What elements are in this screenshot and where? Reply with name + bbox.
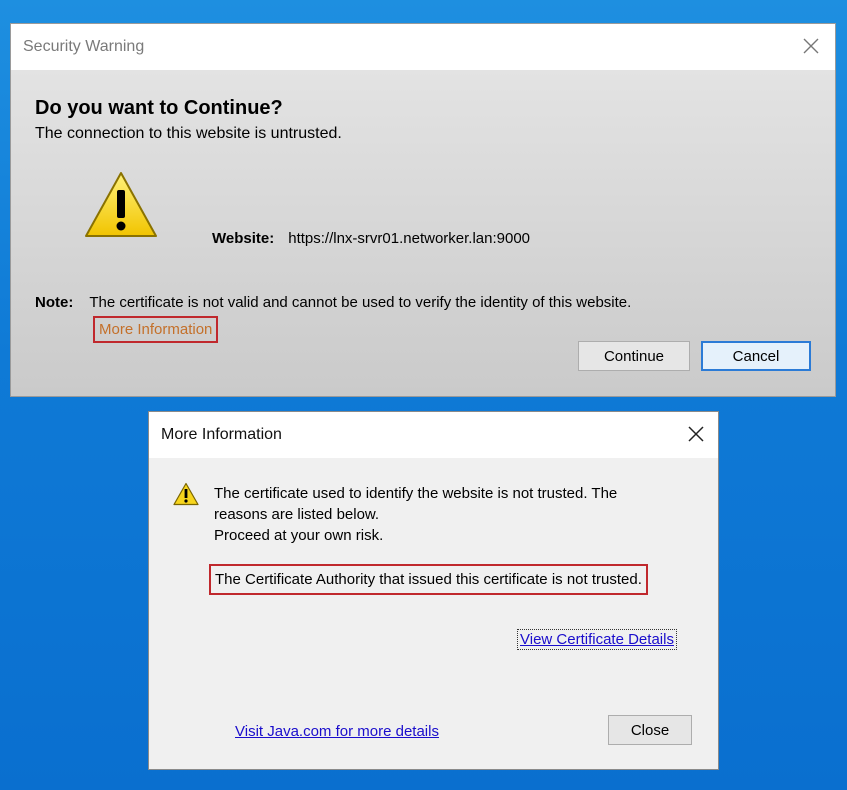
trust-message: The certificate used to identify the web… <box>214 483 684 546</box>
visit-java-link[interactable]: Visit Java.com for more details <box>235 723 439 740</box>
untrusted-reason: The Certificate Authority that issued th… <box>209 564 648 595</box>
more-information-dialog: More Information The certificate used to… <box>148 411 719 770</box>
close-button[interactable]: Close <box>608 715 692 745</box>
more-information-titlebar[interactable]: More Information <box>149 412 718 458</box>
more-information-title: More Information <box>161 426 282 443</box>
warning-icon <box>173 482 199 511</box>
more-information-link[interactable]: More Information <box>93 316 219 343</box>
website-value: https://lnx-srvr01.networker.lan:9000 <box>288 230 531 247</box>
note-row: Note: The certificate is not valid and ca… <box>35 294 631 311</box>
website-label: Website: <box>212 230 275 247</box>
visit-java-link-text: Visit Java.com for more details <box>235 723 439 740</box>
note-text: The certificate is not valid and cannot … <box>89 294 632 311</box>
close-icon[interactable] <box>801 36 821 56</box>
dialog-subheading: The connection to this website is untrus… <box>35 125 342 142</box>
note-label: Note: <box>35 294 74 311</box>
cancel-button[interactable]: Cancel <box>701 341 811 371</box>
view-certificate-link-text: View Certificate Details <box>520 631 674 648</box>
message-line: reasons are listed below. <box>214 506 380 523</box>
security-warning-titlebar[interactable]: Security Warning <box>11 24 835 70</box>
continue-button[interactable]: Continue <box>578 341 690 371</box>
website-row: Website: https://lnx-srvr01.networker.lan… <box>212 230 530 247</box>
message-line: Proceed at your own risk. <box>214 527 384 544</box>
dialog-heading: Do you want to Continue? <box>35 97 283 119</box>
security-warning-body: Do you want to Continue? The connection … <box>11 70 835 396</box>
message-line: The certificate used to identify the web… <box>214 485 618 502</box>
warning-icon <box>83 170 159 245</box>
close-icon[interactable] <box>686 424 706 444</box>
view-certificate-details-link[interactable]: View Certificate Details <box>517 629 677 650</box>
security-warning-title: Security Warning <box>23 38 145 55</box>
security-warning-dialog: Security Warning Do you want to Continue… <box>10 23 836 397</box>
